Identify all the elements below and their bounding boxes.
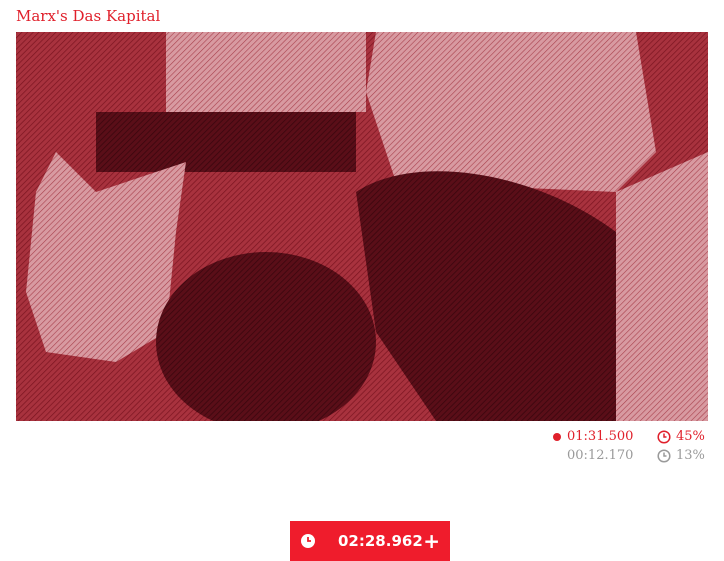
secondary-time: 00:12.170 xyxy=(567,448,634,463)
timer-button[interactable]: 02:28.962 + xyxy=(290,521,450,561)
recording-stats: 01:31.500 45% 00:12.170 13% xyxy=(553,427,708,465)
clock-icon xyxy=(657,448,671,463)
clock-icon xyxy=(301,534,315,548)
add-icon[interactable]: + xyxy=(423,531,440,551)
primary-time: 01:31.500 xyxy=(567,429,634,444)
record-dot-icon xyxy=(553,432,561,441)
clock-icon xyxy=(657,429,671,444)
primary-stat-row: 01:31.500 45% xyxy=(553,427,708,446)
video-preview xyxy=(16,32,708,421)
timer-value: 02:28.962 xyxy=(338,532,423,550)
primary-percent: 45% xyxy=(676,429,705,444)
secondary-stat-row: 00:12.170 13% xyxy=(553,446,708,465)
page-title: Marx's Das Kapital xyxy=(16,7,161,25)
secondary-percent: 13% xyxy=(676,448,705,463)
